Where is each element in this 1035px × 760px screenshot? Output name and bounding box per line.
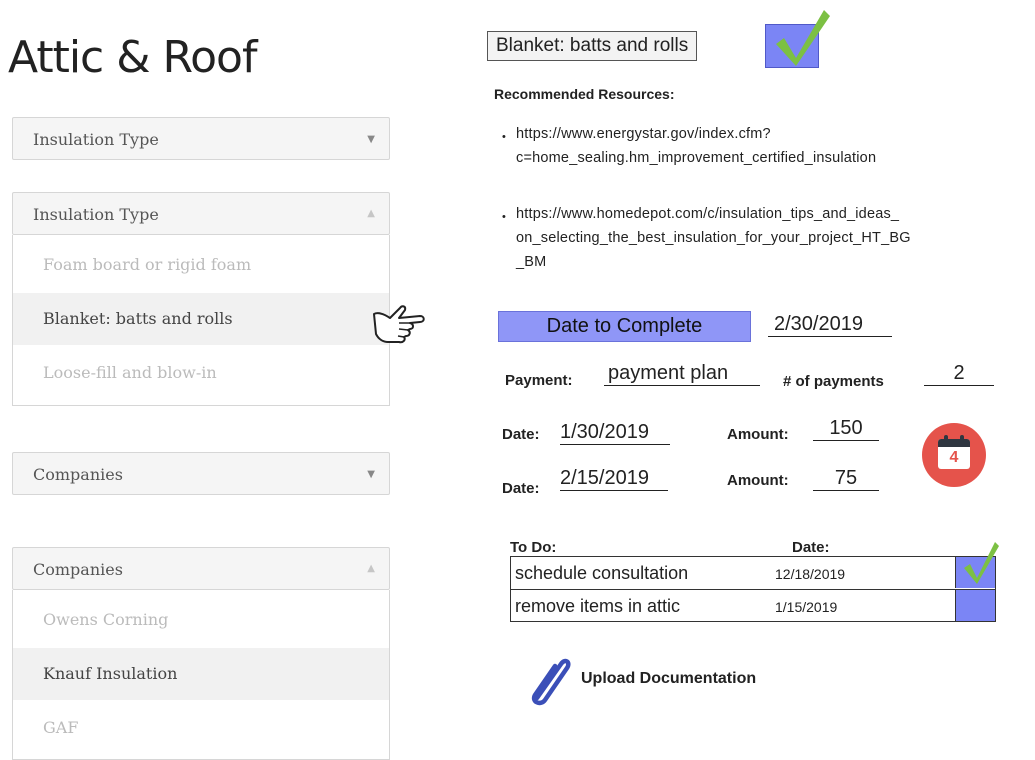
calendar-day-number: 4 (949, 449, 959, 466)
chevron-down-icon: ▼ (367, 469, 375, 480)
num-payments-label: # of payments (783, 373, 884, 390)
installment-2-amount-field[interactable]: 75 (813, 467, 879, 491)
todo-column-date: Date: (792, 539, 830, 556)
installment-date-label: Date: (502, 426, 540, 443)
num-payments-field[interactable]: 2 (924, 362, 994, 386)
todo-task: remove items in attic (515, 596, 681, 616)
upload-documentation-link[interactable]: Upload Documentation (581, 670, 756, 688)
calendar-icon[interactable]: 4 (922, 423, 986, 487)
selected-insulation-field[interactable]: Blanket: batts and rolls (487, 31, 698, 61)
companies-dropdown-open[interactable]: Companies ▲ (12, 547, 390, 590)
option-loose-fill[interactable]: Loose-fill and blow-in (13, 347, 389, 399)
table-row: schedule consultation 12/18/2019 (511, 557, 995, 590)
resource-link-energystar[interactable]: https://www.energystar.gov/index.cfm? c=… (516, 122, 876, 170)
payment-field[interactable]: payment plan (604, 362, 760, 386)
todo-date: 12/18/2019 (775, 566, 846, 582)
insulation-options-list: Foam board or rigid foam Blanket: batts … (12, 235, 390, 406)
chevron-down-icon: ▼ (367, 134, 375, 145)
insulation-type-dropdown[interactable]: Insulation Type ▼ (12, 117, 390, 160)
option-foam-board[interactable]: Foam board or rigid foam (13, 239, 389, 291)
option-owens-corning[interactable]: Owens Corning (13, 594, 389, 646)
installment-date-label: Date: (502, 480, 540, 497)
todo-done-checkbox[interactable] (955, 590, 995, 621)
insulation-type-dropdown-open[interactable]: Insulation Type ▲ (12, 192, 390, 235)
option-blanket-batts[interactable]: Blanket: batts and rolls (13, 293, 389, 345)
pointing-hand-icon (373, 305, 425, 344)
installment-amount-label: Amount: (727, 426, 789, 443)
companies-open-label: Companies (33, 560, 123, 579)
checkmark-icon (776, 10, 830, 66)
date-to-complete-button[interactable]: Date to Complete (498, 311, 751, 342)
installment-1-date-field[interactable]: 1/30/2019 (560, 421, 670, 445)
resource-link-homedepot[interactable]: https://www.homedepot.com/c/insulation_t… (516, 202, 911, 274)
payment-label: Payment: (505, 372, 573, 389)
companies-options-list: Owens Corning Knauf Insulation GAF (12, 590, 390, 760)
bullet-icon: • (502, 211, 506, 223)
table-row: remove items in attic 1/15/2019 (511, 590, 995, 622)
todo-column-task: To Do: (510, 539, 557, 556)
todo-date: 1/15/2019 (775, 599, 838, 615)
resources-heading: Recommended Resources: (494, 86, 675, 102)
todo-table: schedule consultation 12/18/2019 remove … (510, 556, 996, 622)
checkmark-icon (964, 542, 999, 584)
option-gaf[interactable]: GAF (13, 702, 389, 754)
todo-task: schedule consultation (515, 563, 689, 583)
option-knauf-insulation[interactable]: Knauf Insulation (13, 648, 389, 700)
page-title: Attic & Roof (8, 32, 257, 83)
insulation-type-label: Insulation Type (33, 130, 159, 149)
chevron-up-icon: ▲ (367, 563, 375, 574)
installment-amount-label: Amount: (727, 472, 789, 489)
installment-2-date-field[interactable]: 2/15/2019 (560, 467, 668, 491)
companies-dropdown[interactable]: Companies ▼ (12, 452, 390, 495)
chevron-up-icon: ▲ (367, 208, 375, 219)
paperclip-icon[interactable] (523, 652, 573, 710)
companies-label: Companies (33, 465, 123, 484)
insulation-type-open-label: Insulation Type (33, 205, 159, 224)
installment-1-amount-field[interactable]: 150 (813, 417, 879, 441)
bullet-icon: • (502, 131, 506, 143)
date-to-complete-field[interactable]: 2/30/2019 (768, 313, 892, 337)
